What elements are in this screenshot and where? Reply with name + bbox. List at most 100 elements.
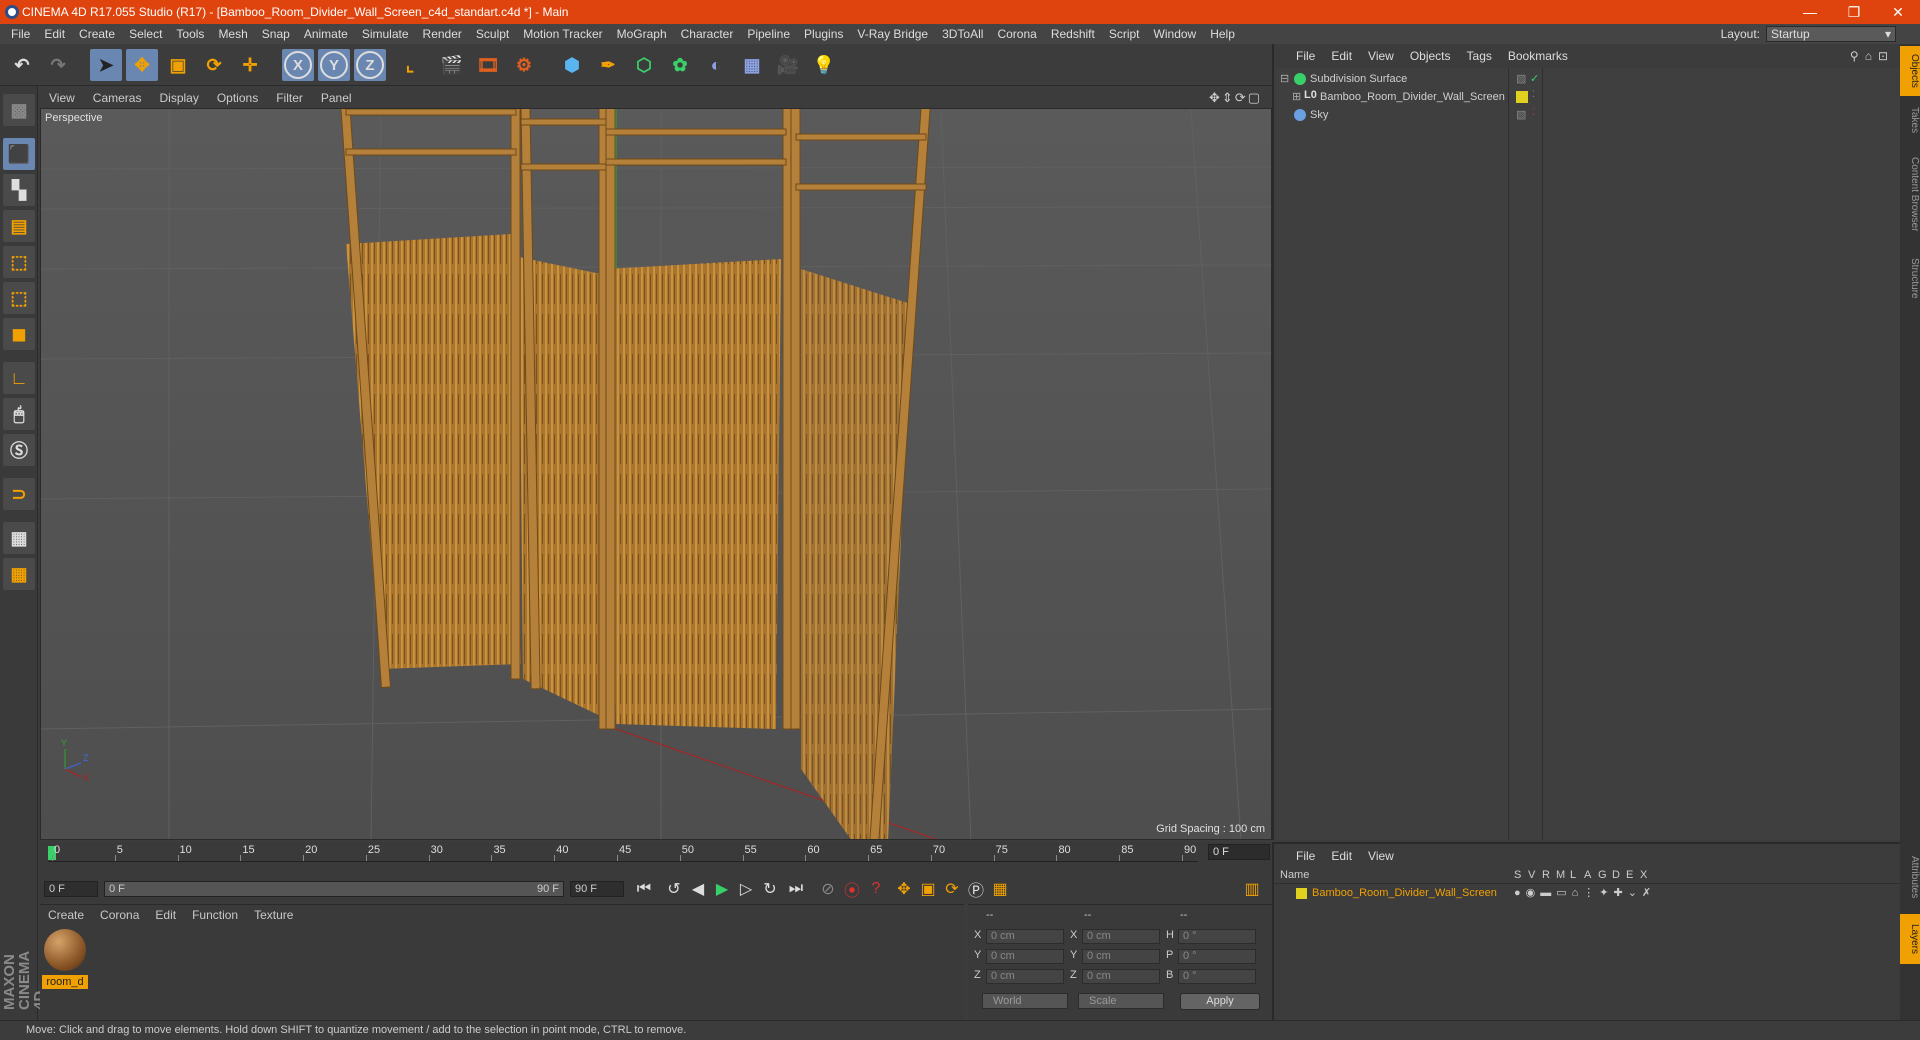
frame-ruler[interactable]: 0 5 10 15 20 25 30 35 40 45 50 55 60 65 70 75 80 85 90	[48, 844, 1198, 862]
current-frame-field[interactable]: 0 F	[1208, 844, 1270, 860]
object-name[interactable]: Subdivision Surface	[1310, 73, 1407, 85]
object-name[interactable]: Sky	[1310, 109, 1328, 121]
object-name[interactable]: Bamboo_Room_Divider_Wall_Screen	[1320, 91, 1505, 103]
tab-takes[interactable]: Takes	[1900, 100, 1920, 140]
layer-name[interactable]: Bamboo_Room_Divider_Wall_Screen	[1312, 887, 1497, 899]
visibility-dots-icon[interactable]: ⁚	[1532, 89, 1535, 100]
layer-row[interactable]: Bamboo_Room_Divider_Wall_Screen ●◉▬▭⌂⋮✦✚…	[1274, 886, 1902, 902]
size-z-field[interactable]: 0 cm	[1082, 969, 1160, 984]
rot-p-field[interactable]: 0 °	[1178, 949, 1256, 964]
go-to-start-icon[interactable]: ⏮	[632, 877, 656, 901]
key-position-icon[interactable]: ✥	[892, 877, 916, 901]
play-icon[interactable]: ▶	[710, 877, 734, 901]
layer-color-swatch[interactable]	[1516, 91, 1528, 103]
apply-button[interactable]: Apply	[1180, 993, 1260, 1010]
tab-attributes[interactable]: Attributes	[1900, 844, 1920, 910]
menu-vray-bridge[interactable]: V-Ray Bridge	[850, 27, 935, 41]
objects-menu-objects[interactable]: Objects	[1402, 49, 1459, 63]
tab-layers[interactable]: Layers	[1900, 914, 1920, 964]
coordinate-system-icon[interactable]: ⌞	[394, 49, 426, 81]
solo-mode-icon[interactable]: Ⓢ	[3, 434, 35, 466]
render-view-icon[interactable]: 🎬	[436, 49, 468, 81]
live-selection-icon[interactable]: ➤	[90, 49, 122, 81]
viewport-navigation-icons[interactable]: ✥⇕⟳▢	[1209, 90, 1262, 106]
viewport-menu-panel[interactable]: Panel	[312, 91, 361, 105]
go-to-end-icon[interactable]: ⏭	[784, 877, 808, 901]
material-menu-texture[interactable]: Texture	[246, 908, 301, 922]
layers-menu-view[interactable]: View	[1360, 849, 1402, 863]
menu-help[interactable]: Help	[1203, 27, 1242, 41]
objects-menu-bookmarks[interactable]: Bookmarks	[1500, 49, 1576, 63]
visibility-dots-icon[interactable]: ⁚	[1532, 107, 1535, 118]
menu-motion-tracker[interactable]: Motion Tracker	[516, 27, 609, 41]
render-settings-icon[interactable]: ⚙	[508, 49, 540, 81]
menu-window[interactable]: Window	[1147, 27, 1204, 41]
light-icon[interactable]: 💡	[808, 49, 840, 81]
keyframe-selection-icon[interactable]: ?	[864, 877, 888, 901]
key-rotation-icon[interactable]: ⟳	[940, 877, 964, 901]
menu-simulate[interactable]: Simulate	[355, 27, 416, 41]
end-frame-field[interactable]: 90 F	[570, 881, 624, 897]
minimize-button[interactable]: —	[1788, 0, 1832, 24]
perspective-viewport[interactable]: Y Z X Perspective Grid Spacing : 100 cm	[40, 108, 1272, 840]
y-axis-lock-button[interactable]: Y	[318, 49, 350, 81]
material-preview-thumbnail[interactable]	[44, 929, 86, 971]
axis-mode-icon[interactable]: ∟	[3, 362, 35, 394]
viewport-menu-filter[interactable]: Filter	[267, 91, 312, 105]
texture-mode-icon[interactable]: ▚	[3, 174, 35, 206]
timeline-ruler[interactable]: 0 5 10 15 20 25 30 35 40 45 50 55 60 65 70 75 80 85 90 0 F	[40, 842, 1272, 876]
menu-select[interactable]: Select	[122, 27, 169, 41]
x-axis-lock-button[interactable]: X	[282, 49, 314, 81]
pos-x-field[interactable]: 0 cm	[986, 929, 1064, 944]
menu-3dtoall[interactable]: 3DToAll	[935, 27, 990, 41]
workplane-mode-icon[interactable]: ▤	[3, 210, 35, 242]
viewport-menu-options[interactable]: Options	[208, 91, 267, 105]
object-row-bamboo-divider[interactable]: ⊞ L0 Bamboo_Room_Divider_Wall_Screen ⁚	[1276, 88, 1900, 106]
menu-render[interactable]: Render	[416, 27, 469, 41]
workplane-lock-icon[interactable]: ▦	[3, 522, 35, 554]
timeline-window-icon[interactable]: ▥	[1240, 877, 1264, 901]
mograph-cloner-icon[interactable]: ✿	[664, 49, 696, 81]
menu-sculpt[interactable]: Sculpt	[469, 27, 516, 41]
object-row-sky[interactable]: Sky ▧ ⁚	[1276, 106, 1900, 124]
menu-edit[interactable]: Edit	[37, 27, 72, 41]
object-manager-search-home-icons[interactable]: ⚲⌂⊡	[1850, 49, 1894, 63]
move-tool-icon[interactable]: ✥	[126, 49, 158, 81]
previous-frame-icon[interactable]: ◀	[686, 877, 710, 901]
menu-script[interactable]: Script	[1102, 27, 1147, 41]
viewport-menu-display[interactable]: Display	[150, 91, 207, 105]
material-name-label[interactable]: room_d	[42, 975, 88, 989]
visibility-toggle-icon[interactable]: ▧	[1516, 108, 1526, 121]
layout-dropdown[interactable]: Startup	[1766, 26, 1896, 42]
material-menu-function[interactable]: Function	[184, 908, 246, 922]
menu-tools[interactable]: Tools	[169, 27, 211, 41]
start-frame-field[interactable]: 0 F	[44, 881, 98, 897]
pos-z-field[interactable]: 0 cm	[986, 969, 1064, 984]
z-axis-lock-button[interactable]: Z	[354, 49, 386, 81]
menu-animate[interactable]: Animate	[297, 27, 355, 41]
layer-color-swatch[interactable]	[1296, 888, 1307, 899]
record-keys-icon[interactable]: ⊘	[816, 877, 840, 901]
tab-structure[interactable]: Structure	[1900, 248, 1920, 308]
tab-objects[interactable]: Objects	[1900, 46, 1920, 96]
menu-mograph[interactable]: MoGraph	[610, 27, 674, 41]
menu-create[interactable]: Create	[72, 27, 122, 41]
key-pla-icon[interactable]: ▦	[988, 877, 1012, 901]
size-y-field[interactable]: 0 cm	[1082, 949, 1160, 964]
material-menu-create[interactable]: Create	[40, 908, 92, 922]
objects-menu-edit[interactable]: Edit	[1323, 49, 1360, 63]
menu-snap[interactable]: Snap	[255, 27, 297, 41]
coordinate-space-dropdown[interactable]: World	[982, 993, 1068, 1009]
rot-h-field[interactable]: 0 °	[1178, 929, 1256, 944]
objects-menu-tags[interactable]: Tags	[1459, 49, 1500, 63]
tweak-mode-icon[interactable]: 🖱	[3, 398, 35, 430]
menu-pipeline[interactable]: Pipeline	[740, 27, 797, 41]
rot-b-field[interactable]: 0 °	[1178, 969, 1256, 984]
tab-content-browser[interactable]: Content Browser	[1900, 144, 1920, 244]
layer-toggle-icons[interactable]: ●◉▬▭⌂⋮✦✚⌄✗	[1514, 886, 1656, 899]
objects-menu-view[interactable]: View	[1360, 49, 1402, 63]
menu-character[interactable]: Character	[674, 27, 741, 41]
viewport-menu-cameras[interactable]: Cameras	[84, 91, 151, 105]
viewport-menu-view[interactable]: View	[40, 91, 84, 105]
menu-redshift[interactable]: Redshift	[1044, 27, 1102, 41]
